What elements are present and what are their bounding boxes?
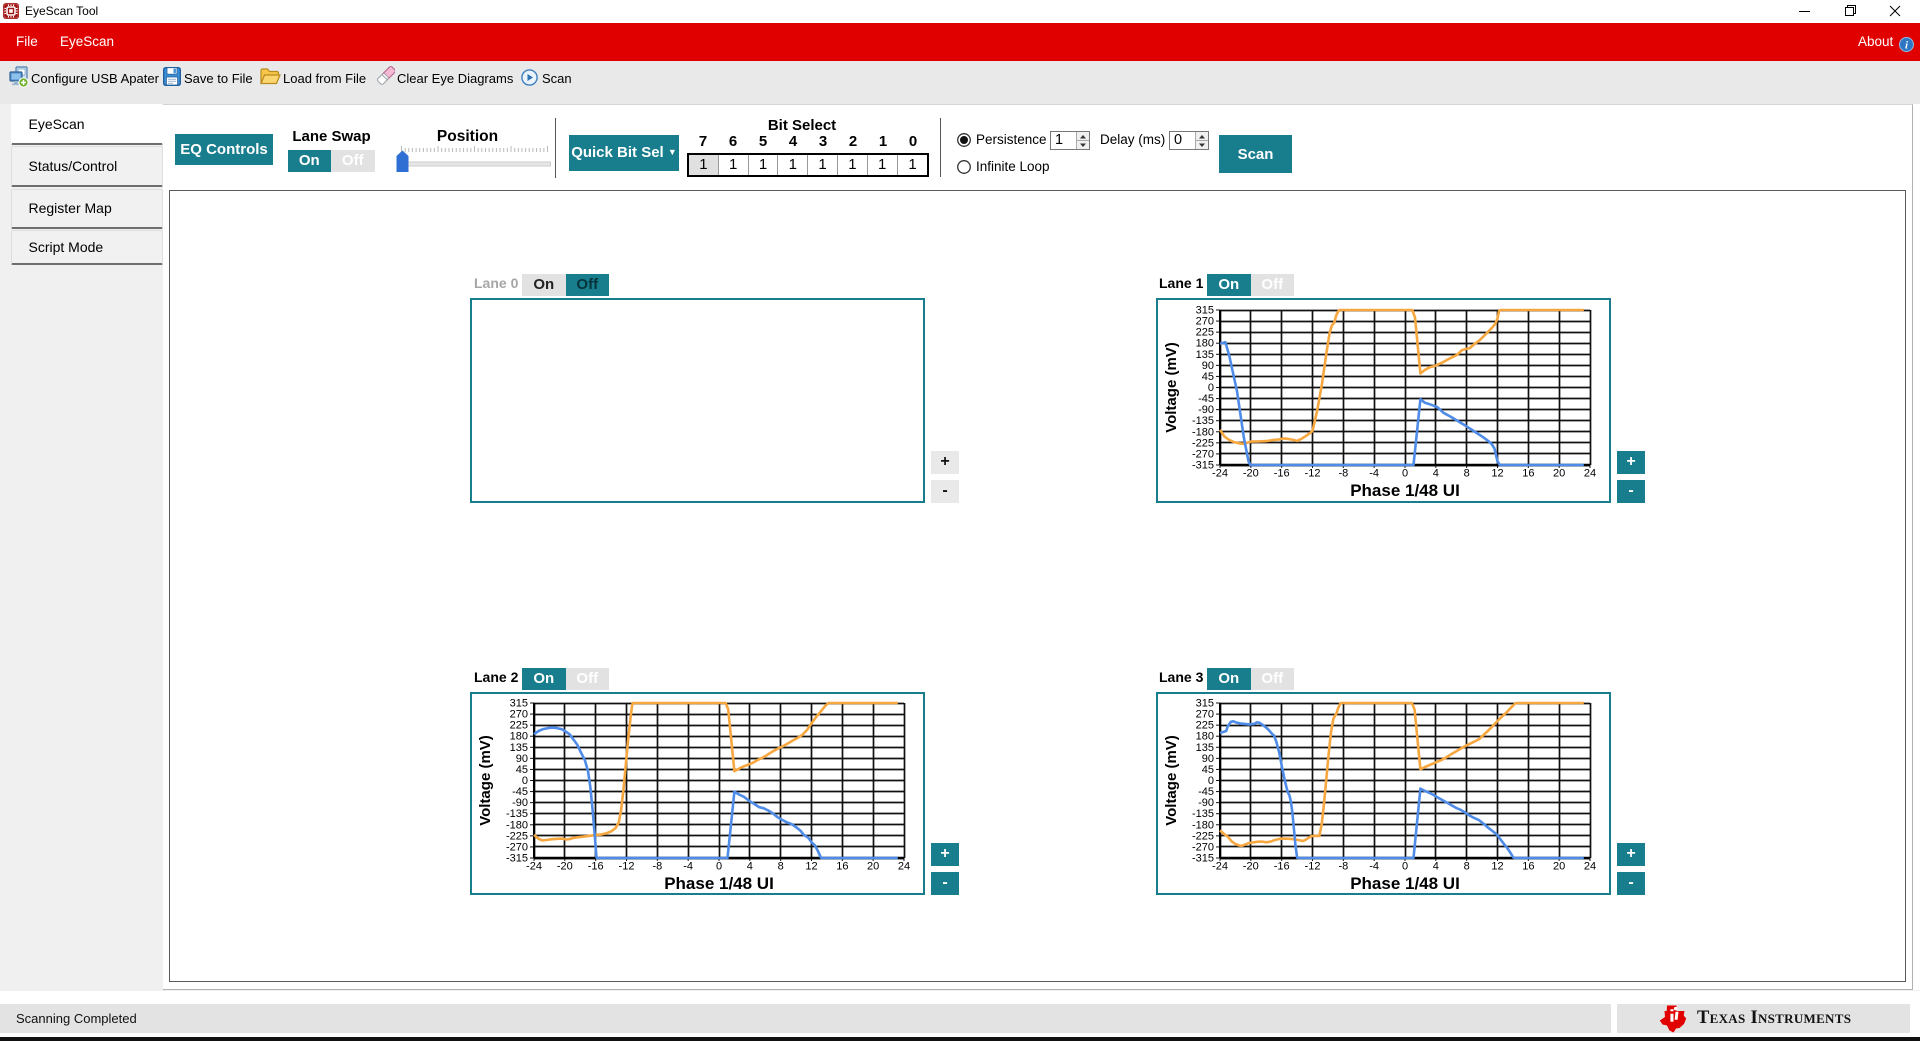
- svg-text:24: 24: [1584, 861, 1596, 873]
- svg-text:20: 20: [1553, 468, 1565, 480]
- svg-text:24: 24: [898, 861, 910, 873]
- svg-text:8: 8: [778, 861, 784, 873]
- svg-text:16: 16: [836, 861, 848, 873]
- svg-text:Phase 1/48 UI: Phase 1/48 UI: [664, 874, 774, 893]
- svg-text:-315: -315: [1192, 853, 1214, 865]
- svg-text:-24: -24: [526, 861, 542, 873]
- svg-text:4: 4: [1433, 468, 1439, 480]
- svg-text:12: 12: [1491, 468, 1503, 480]
- svg-text:-12: -12: [1305, 468, 1321, 480]
- svg-text:20: 20: [1553, 861, 1565, 873]
- svg-text:-315: -315: [1192, 460, 1214, 472]
- svg-text:-8: -8: [1338, 468, 1348, 480]
- svg-text:Phase 1/48 UI: Phase 1/48 UI: [1350, 481, 1460, 500]
- svg-text:20: 20: [867, 861, 879, 873]
- svg-text:8: 8: [1464, 861, 1470, 873]
- svg-text:16: 16: [1522, 468, 1534, 480]
- svg-text:-8: -8: [652, 861, 662, 873]
- svg-text:Voltage (mV): Voltage (mV): [1163, 735, 1180, 826]
- svg-text:-20: -20: [1243, 468, 1259, 480]
- svg-text:-24: -24: [1212, 468, 1228, 480]
- svg-text:-20: -20: [557, 861, 573, 873]
- svg-text:-12: -12: [1305, 861, 1321, 873]
- svg-text:0: 0: [1402, 861, 1408, 873]
- svg-text:Phase 1/48 UI: Phase 1/48 UI: [1350, 874, 1460, 893]
- svg-text:8: 8: [1464, 468, 1470, 480]
- svg-text:-16: -16: [1274, 861, 1290, 873]
- svg-text:-24: -24: [1212, 861, 1228, 873]
- svg-text:12: 12: [1491, 861, 1503, 873]
- svg-text:Voltage (mV): Voltage (mV): [1163, 342, 1180, 433]
- svg-text:Voltage (mV): Voltage (mV): [477, 735, 494, 826]
- svg-text:4: 4: [747, 861, 753, 873]
- svg-text:0: 0: [716, 861, 722, 873]
- svg-text:24: 24: [1584, 468, 1596, 480]
- svg-text:0: 0: [1402, 468, 1408, 480]
- svg-text:-4: -4: [683, 861, 693, 873]
- svg-text:12: 12: [805, 861, 817, 873]
- svg-text:-16: -16: [1274, 468, 1290, 480]
- svg-text:-8: -8: [1338, 861, 1348, 873]
- svg-text:-315: -315: [506, 853, 528, 865]
- svg-text:-4: -4: [1369, 861, 1379, 873]
- svg-text:-12: -12: [619, 861, 635, 873]
- svg-text:-20: -20: [1243, 861, 1259, 873]
- svg-text:16: 16: [1522, 861, 1534, 873]
- svg-text:4: 4: [1433, 861, 1439, 873]
- svg-text:-4: -4: [1369, 468, 1379, 480]
- svg-text:-16: -16: [588, 861, 604, 873]
